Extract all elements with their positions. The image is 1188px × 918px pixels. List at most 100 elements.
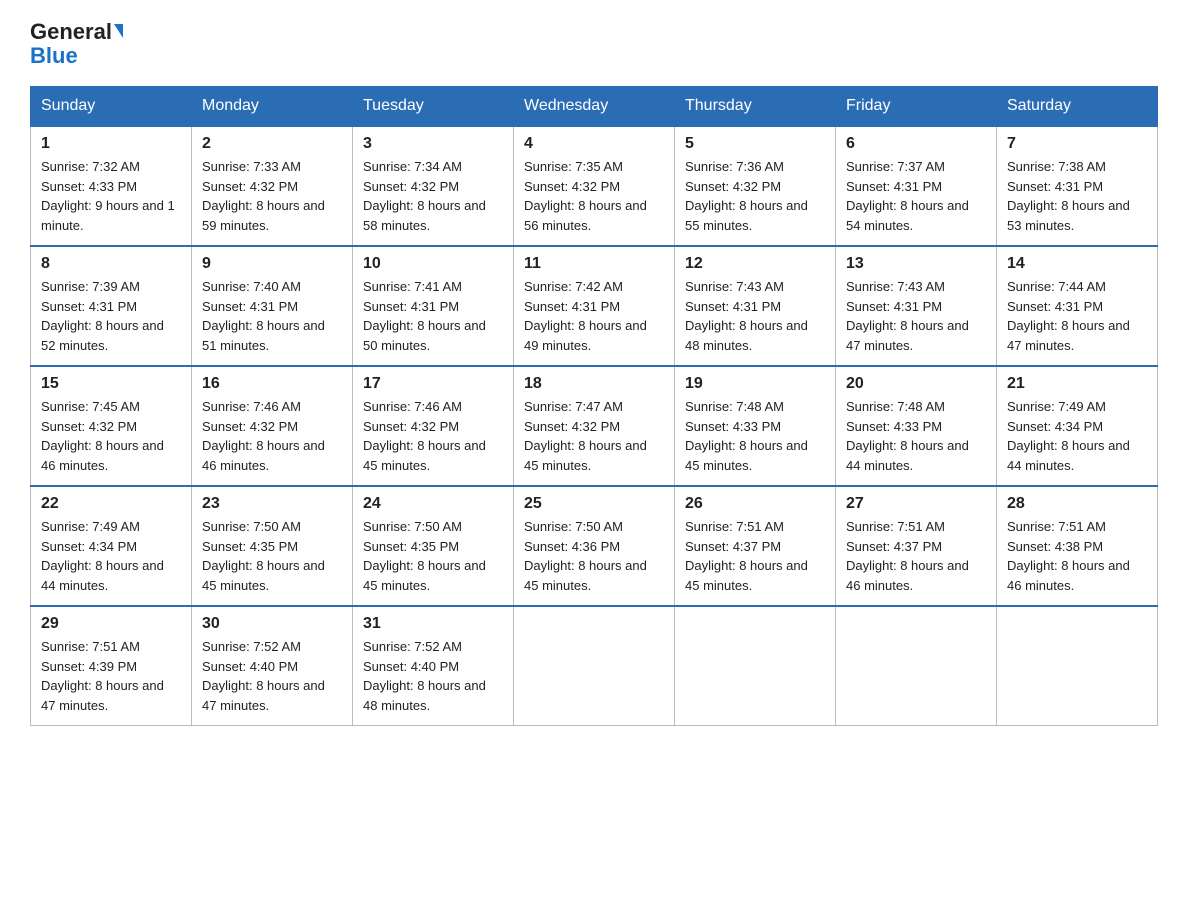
day-info: Sunrise: 7:32 AMSunset: 4:33 PMDaylight:…: [41, 157, 181, 235]
day-info: Sunrise: 7:49 AMSunset: 4:34 PMDaylight:…: [41, 517, 181, 595]
day-info: Sunrise: 7:37 AMSunset: 4:31 PMDaylight:…: [846, 157, 986, 235]
column-header-monday: Monday: [192, 87, 353, 127]
column-header-sunday: Sunday: [31, 87, 192, 127]
day-info: Sunrise: 7:46 AMSunset: 4:32 PMDaylight:…: [202, 397, 342, 475]
day-info: Sunrise: 7:36 AMSunset: 4:32 PMDaylight:…: [685, 157, 825, 235]
day-number: 12: [685, 255, 825, 273]
calendar-cell: 21Sunrise: 7:49 AMSunset: 4:34 PMDayligh…: [997, 366, 1158, 486]
calendar-cell: [836, 606, 997, 726]
day-number: 8: [41, 255, 181, 273]
calendar-cell: 4 Sunrise: 7:35 AMSunset: 4:32 PMDaylight…: [514, 126, 675, 246]
day-number: 7: [1007, 135, 1147, 153]
calendar-cell: 29 Sunrise: 7:51 AMSunset: 4:39 PMDayligh…: [31, 606, 192, 726]
day-info: Sunrise: 7:43 AMSunset: 4:31 PMDaylight:…: [846, 277, 986, 355]
day-number: 6: [846, 135, 986, 153]
column-header-saturday: Saturday: [997, 87, 1158, 127]
calendar-cell: 11 Sunrise: 7:42 AMSunset: 4:31 PMDayligh…: [514, 246, 675, 366]
day-number: 19: [685, 375, 825, 393]
calendar-cell: [997, 606, 1158, 726]
calendar-cell: 25 Sunrise: 7:50 AMSunset: 4:36 PMDayligh…: [514, 486, 675, 606]
page-header: General Blue: [30, 20, 1158, 68]
calendar-cell: 12 Sunrise: 7:43 AMSunset: 4:31 PMDayligh…: [675, 246, 836, 366]
day-info: Sunrise: 7:41 AMSunset: 4:31 PMDaylight:…: [363, 277, 503, 355]
calendar-cell: 14 Sunrise: 7:44 AMSunset: 4:31 PMDayligh…: [997, 246, 1158, 366]
day-number: 14: [1007, 255, 1147, 273]
day-number: 29: [41, 615, 181, 633]
day-number: 3: [363, 135, 503, 153]
week-row-2: 8 Sunrise: 7:39 AMSunset: 4:31 PMDaylight…: [31, 246, 1158, 366]
calendar-cell: 3 Sunrise: 7:34 AMSunset: 4:32 PMDaylight…: [353, 126, 514, 246]
day-info: Sunrise: 7:51 AMSunset: 4:37 PMDaylight:…: [685, 517, 825, 595]
day-number: 24: [363, 495, 503, 513]
column-header-tuesday: Tuesday: [353, 87, 514, 127]
calendar-table: SundayMondayTuesdayWednesdayThursdayFrid…: [30, 86, 1158, 726]
day-info: Sunrise: 7:43 AMSunset: 4:31 PMDaylight:…: [685, 277, 825, 355]
calendar-cell: 22 Sunrise: 7:49 AMSunset: 4:34 PMDayligh…: [31, 486, 192, 606]
calendar-cell: 26 Sunrise: 7:51 AMSunset: 4:37 PMDayligh…: [675, 486, 836, 606]
logo: General Blue: [30, 20, 123, 68]
day-info: Sunrise: 7:50 AMSunset: 4:35 PMDaylight:…: [363, 517, 503, 595]
day-info: Sunrise: 7:33 AMSunset: 4:32 PMDaylight:…: [202, 157, 342, 235]
day-number: 10: [363, 255, 503, 273]
day-number: 22: [41, 495, 181, 513]
day-number: 25: [524, 495, 664, 513]
calendar-cell: 16Sunrise: 7:46 AMSunset: 4:32 PMDayligh…: [192, 366, 353, 486]
calendar-cell: [514, 606, 675, 726]
day-number: 21: [1007, 375, 1147, 393]
day-info: Sunrise: 7:46 AMSunset: 4:32 PMDaylight:…: [363, 397, 503, 475]
calendar-cell: 7Sunrise: 7:38 AMSunset: 4:31 PMDaylight…: [997, 126, 1158, 246]
day-info: Sunrise: 7:48 AMSunset: 4:33 PMDaylight:…: [685, 397, 825, 475]
column-header-wednesday: Wednesday: [514, 87, 675, 127]
day-info: Sunrise: 7:52 AMSunset: 4:40 PMDaylight:…: [363, 637, 503, 715]
day-number: 5: [685, 135, 825, 153]
day-info: Sunrise: 7:50 AMSunset: 4:35 PMDaylight:…: [202, 517, 342, 595]
day-number: 17: [363, 375, 503, 393]
calendar-cell: 13 Sunrise: 7:43 AMSunset: 4:31 PMDayligh…: [836, 246, 997, 366]
calendar-cell: 24 Sunrise: 7:50 AMSunset: 4:35 PMDayligh…: [353, 486, 514, 606]
day-info: Sunrise: 7:39 AMSunset: 4:31 PMDaylight:…: [41, 277, 181, 355]
day-number: 13: [846, 255, 986, 273]
calendar-cell: 15Sunrise: 7:45 AMSunset: 4:32 PMDayligh…: [31, 366, 192, 486]
calendar-cell: 17 Sunrise: 7:46 AMSunset: 4:32 PMDayligh…: [353, 366, 514, 486]
calendar-cell: 23 Sunrise: 7:50 AMSunset: 4:35 PMDayligh…: [192, 486, 353, 606]
day-number: 31: [363, 615, 503, 633]
calendar-cell: [675, 606, 836, 726]
day-info: Sunrise: 7:51 AMSunset: 4:39 PMDaylight:…: [41, 637, 181, 715]
calendar-cell: 9Sunrise: 7:40 AMSunset: 4:31 PMDaylight…: [192, 246, 353, 366]
column-header-friday: Friday: [836, 87, 997, 127]
calendar-cell: 31 Sunrise: 7:52 AMSunset: 4:40 PMDayligh…: [353, 606, 514, 726]
calendar-cell: 8 Sunrise: 7:39 AMSunset: 4:31 PMDaylight…: [31, 246, 192, 366]
calendar-cell: 5 Sunrise: 7:36 AMSunset: 4:32 PMDaylight…: [675, 126, 836, 246]
logo-blue: Blue: [30, 43, 78, 68]
day-number: 18: [524, 375, 664, 393]
day-info: Sunrise: 7:52 AMSunset: 4:40 PMDaylight:…: [202, 637, 342, 715]
week-row-3: 15Sunrise: 7:45 AMSunset: 4:32 PMDayligh…: [31, 366, 1158, 486]
day-number: 15: [41, 375, 181, 393]
day-number: 11: [524, 255, 664, 273]
day-number: 2: [202, 135, 342, 153]
day-number: 1: [41, 135, 181, 153]
day-info: Sunrise: 7:47 AMSunset: 4:32 PMDaylight:…: [524, 397, 664, 475]
day-number: 23: [202, 495, 342, 513]
day-info: Sunrise: 7:35 AMSunset: 4:32 PMDaylight:…: [524, 157, 664, 235]
calendar-cell: 1 Sunrise: 7:32 AMSunset: 4:33 PMDaylight…: [31, 126, 192, 246]
day-number: 9: [202, 255, 342, 273]
week-row-4: 22 Sunrise: 7:49 AMSunset: 4:34 PMDayligh…: [31, 486, 1158, 606]
calendar-cell: 18 Sunrise: 7:47 AMSunset: 4:32 PMDayligh…: [514, 366, 675, 486]
day-info: Sunrise: 7:51 AMSunset: 4:38 PMDaylight:…: [1007, 517, 1147, 595]
day-info: Sunrise: 7:48 AMSunset: 4:33 PMDaylight:…: [846, 397, 986, 475]
day-info: Sunrise: 7:50 AMSunset: 4:36 PMDaylight:…: [524, 517, 664, 595]
day-info: Sunrise: 7:42 AMSunset: 4:31 PMDaylight:…: [524, 277, 664, 355]
day-number: 27: [846, 495, 986, 513]
week-row-1: 1 Sunrise: 7:32 AMSunset: 4:33 PMDaylight…: [31, 126, 1158, 246]
day-number: 4: [524, 135, 664, 153]
calendar-cell: 2 Sunrise: 7:33 AMSunset: 4:32 PMDaylight…: [192, 126, 353, 246]
day-number: 26: [685, 495, 825, 513]
day-number: 30: [202, 615, 342, 633]
logo-triangle-icon: [114, 24, 123, 38]
calendar-cell: 19 Sunrise: 7:48 AMSunset: 4:33 PMDayligh…: [675, 366, 836, 486]
calendar-cell: 10 Sunrise: 7:41 AMSunset: 4:31 PMDayligh…: [353, 246, 514, 366]
day-info: Sunrise: 7:44 AMSunset: 4:31 PMDaylight:…: [1007, 277, 1147, 355]
logo-area: General Blue: [30, 20, 123, 68]
day-info: Sunrise: 7:34 AMSunset: 4:32 PMDaylight:…: [363, 157, 503, 235]
